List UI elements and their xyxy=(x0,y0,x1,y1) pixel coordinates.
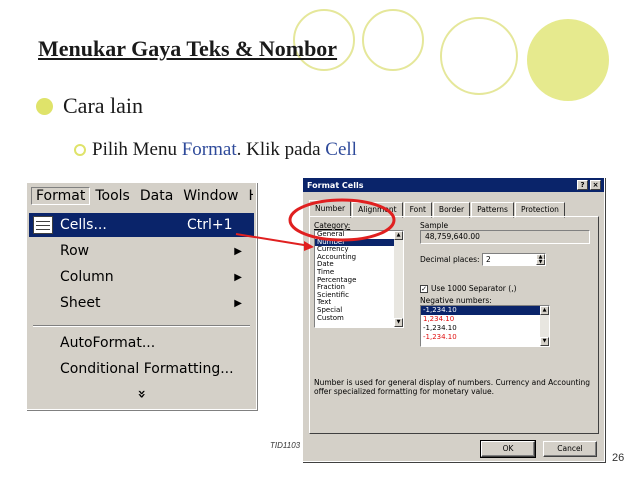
bullet-text: Cara lain xyxy=(63,93,144,118)
deco-circle-2 xyxy=(362,9,424,71)
decimal-places-label: Decimal places: xyxy=(420,255,480,264)
scroll-up-icon[interactable]: ▲ xyxy=(540,306,549,315)
ok-button[interactable]: OK xyxy=(480,440,536,458)
menu-item-row-label: Row xyxy=(60,243,90,259)
menu-help[interactable]: H xyxy=(243,188,253,204)
number-tab-panel: Category: General Number Currency Accoun… xyxy=(309,216,599,434)
menu-tools[interactable]: Tools xyxy=(90,188,135,204)
menu-format[interactable]: Format xyxy=(31,187,91,205)
category-label: Category: xyxy=(314,221,351,230)
decimal-places-input[interactable]: 2 ▲ ▼ xyxy=(482,253,546,266)
menu-item-cells-shortcut: Ctrl+1 xyxy=(187,217,233,233)
menu-separator xyxy=(33,325,250,327)
format-cells-icon xyxy=(33,216,53,234)
negative-numbers-listbox[interactable]: -1,234.10 1,234.10 -1,234.10 -1,234.10 ▲… xyxy=(420,305,550,347)
submenu-arrow-icon: ▶ xyxy=(234,245,242,257)
number-description: Number is used for general display of nu… xyxy=(314,378,591,396)
menu-item-conditional-label: Conditional Formatting... xyxy=(60,361,234,377)
negative-option-selected[interactable]: -1,234.10 xyxy=(421,306,549,315)
menu-item-conditional-formatting[interactable]: Conditional Formatting... xyxy=(29,357,254,381)
bullet-cara-lain: Cara lain xyxy=(36,93,143,119)
menu-item-row[interactable]: Row ▶ xyxy=(29,239,254,263)
slide-title: Menukar Gaya Teks & Nombor xyxy=(38,36,338,61)
submenu-arrow-icon: ▶ xyxy=(234,271,242,283)
menu-expand[interactable]: » xyxy=(29,382,254,406)
dialog-titlebar: Format Cells ? × xyxy=(303,178,604,192)
menu-item-column[interactable]: Column ▶ xyxy=(29,265,254,289)
page-number: 26 xyxy=(612,452,625,464)
chevron-double-down-icon: » xyxy=(133,389,150,399)
negative-scrollbar[interactable]: ▲ ▼ xyxy=(540,306,549,346)
thousand-separator-label: Use 1000 Separator (,) xyxy=(431,284,517,293)
negative-numbers-label: Negative numbers: xyxy=(420,296,492,305)
bullet-dot-icon xyxy=(36,97,53,115)
menu-item-cells-label: Cells... xyxy=(60,217,107,233)
category-item[interactable]: Custom xyxy=(315,314,403,323)
spin-down-icon[interactable]: ▼ xyxy=(536,259,545,265)
deco-circle-3 xyxy=(440,17,518,95)
menu-bar: Format Tools Data Window H xyxy=(27,183,256,209)
category-scrollbar[interactable]: ▲ ▼ xyxy=(394,231,403,327)
instruction-cell-word: Cell xyxy=(325,139,357,160)
negative-option[interactable]: 1,234.10 xyxy=(421,315,549,324)
sample-label: Sample xyxy=(420,221,449,230)
decimal-places-value: 2 xyxy=(486,255,491,264)
negative-option[interactable]: -1,234.10 xyxy=(421,333,549,342)
negative-option[interactable]: -1,234.10 xyxy=(421,324,549,333)
submenu-arrow-icon: ▶ xyxy=(234,297,242,309)
checkbox-checked-icon: ✓ xyxy=(420,285,428,293)
scroll-down-icon[interactable]: ▼ xyxy=(540,337,549,346)
format-cells-dialog: Format Cells ? × Number Alignment Font B… xyxy=(302,177,605,462)
sample-display: 48,759,640.00 xyxy=(420,230,590,244)
footer-course-code: TID1103 xyxy=(270,441,301,450)
sub-bullet-instruction: Pilih Menu Format . Klik pada Cell xyxy=(74,139,357,161)
menu-item-column-label: Column xyxy=(60,269,114,285)
deco-circle-4 xyxy=(527,19,609,101)
menu-item-sheet[interactable]: Sheet ▶ xyxy=(29,291,254,315)
bullet-ring-icon xyxy=(74,144,86,156)
close-button[interactable]: × xyxy=(590,180,601,190)
menu-window[interactable]: Window xyxy=(178,188,243,204)
dialog-title: Format Cells xyxy=(307,180,364,190)
category-listbox[interactable]: General Number Currency Accounting Date … xyxy=(314,230,404,328)
menu-item-autoformat[interactable]: AutoFormat... xyxy=(29,331,254,355)
instruction-format-word: Format xyxy=(181,139,237,160)
menu-item-sheet-label: Sheet xyxy=(60,295,101,311)
scroll-up-icon[interactable]: ▲ xyxy=(394,231,403,240)
thousand-separator-checkbox[interactable]: ✓ Use 1000 Separator (,) xyxy=(420,284,517,293)
menu-item-cells[interactable]: Cells... Ctrl+1 xyxy=(29,213,254,237)
instruction-middle: . Klik pada xyxy=(236,139,326,160)
menu-data[interactable]: Data xyxy=(135,188,178,204)
instruction-prefix: Pilih Menu xyxy=(92,139,182,160)
menu-item-autoformat-label: AutoFormat... xyxy=(60,335,156,351)
help-button[interactable]: ? xyxy=(577,180,588,190)
scroll-down-icon[interactable]: ▼ xyxy=(394,318,403,327)
format-menu-screenshot: Format Tools Data Window H Cells... Ctrl… xyxy=(26,182,257,410)
cancel-button[interactable]: Cancel xyxy=(543,441,597,457)
